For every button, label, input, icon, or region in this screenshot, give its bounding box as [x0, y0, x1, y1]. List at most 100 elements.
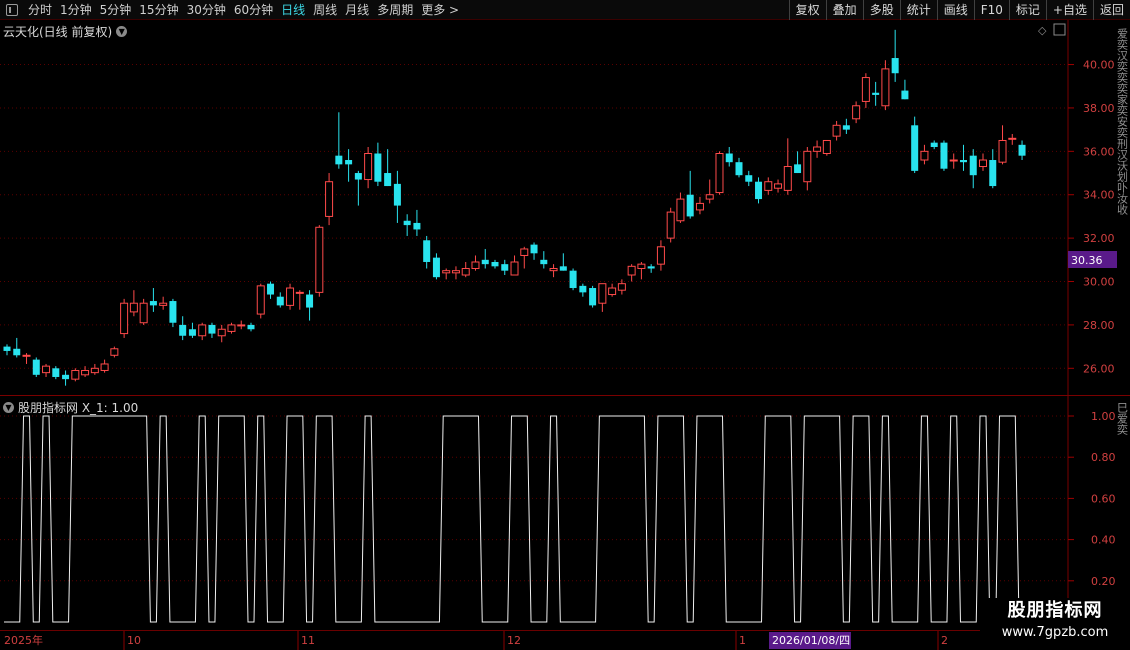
candle-body	[471, 261, 480, 269]
date-label: 2025年	[4, 633, 43, 647]
candle-body	[295, 291, 304, 294]
axis-tick-label: 38.00	[1083, 102, 1115, 115]
candle	[100, 359, 109, 373]
candle	[803, 146, 812, 191]
candle-body	[686, 194, 694, 217]
add-watchlist-button[interactable]: +自选	[1045, 0, 1093, 20]
candle	[920, 144, 929, 165]
tab-timeframe[interactable]: 60分钟	[230, 0, 277, 20]
diamond-icon[interactable]: ◇	[1038, 24, 1047, 37]
candle	[481, 248, 489, 269]
candle-body	[549, 267, 558, 272]
panel-toggle-icon[interactable]	[1053, 23, 1066, 36]
candle-body	[481, 259, 489, 265]
price-chart-panel[interactable]: 40.00 38.00 36.00 34.00 32.00 30.00 28.00 26.00…	[0, 20, 1130, 395]
tab-timeframe[interactable]: 周线	[309, 0, 341, 20]
candle	[256, 283, 265, 319]
candle	[608, 283, 617, 297]
price-gridlines	[0, 64, 1068, 369]
candle	[159, 296, 168, 310]
candle	[783, 138, 792, 195]
axis-tick-label: 26.00	[1083, 362, 1115, 375]
f10-button[interactable]: F10	[973, 0, 1009, 20]
candle	[627, 264, 636, 282]
tab-timeframe[interactable]: 月线	[341, 0, 373, 20]
tab-timeframe[interactable]: 分时	[24, 0, 56, 20]
indicator-axis: 1.00 0.80 0.60 0.40 0.20	[1068, 410, 1116, 588]
candle	[998, 125, 1007, 165]
stock-title: 云天化(日线 前复权)	[3, 25, 113, 39]
tab-more[interactable]: 更多 >	[417, 0, 463, 20]
candle-body	[149, 301, 157, 306]
indicator-chart[interactable]: 1.00 0.80 0.60 0.40 0.20 巳爱奕	[0, 396, 1130, 630]
candle-body	[286, 287, 295, 306]
candle-body	[881, 68, 890, 107]
candlestick-chart[interactable]: 40.00 38.00 36.00 34.00 32.00 30.00 28.00 26.00…	[0, 20, 1130, 395]
candle	[403, 214, 411, 236]
candle-body	[461, 267, 470, 276]
candle-body	[374, 153, 382, 182]
window-menu-icon[interactable]	[6, 3, 18, 16]
candle	[891, 29, 899, 82]
candle-body	[22, 354, 31, 357]
candle-body	[129, 302, 138, 313]
tab-timeframe[interactable]: 30分钟	[183, 0, 230, 20]
candle	[208, 322, 216, 338]
candle	[940, 140, 948, 171]
draw-line-button[interactable]: 画线	[936, 0, 974, 20]
candle	[656, 240, 665, 271]
indicator-name: 股朋指标网 X_1: 1.00	[18, 401, 139, 415]
candle-body	[920, 150, 929, 161]
candle	[247, 322, 255, 332]
candle	[217, 324, 226, 343]
candle	[315, 225, 324, 297]
tab-timeframe[interactable]: 多周期	[373, 0, 417, 20]
adjust-button[interactable]: 复权	[788, 0, 826, 20]
multi-stock-button[interactable]: 多股	[862, 0, 900, 20]
back-button[interactable]: 返回	[1092, 0, 1130, 20]
candle	[647, 264, 655, 273]
statistics-button[interactable]: 统计	[899, 0, 937, 20]
candle-body	[62, 374, 70, 380]
candle-body	[3, 346, 11, 351]
candle	[872, 81, 880, 106]
overlay-button[interactable]: 叠加	[825, 0, 863, 20]
candle-body	[803, 150, 812, 183]
candle	[501, 259, 509, 276]
watermark-title: 股朋指标网	[1007, 600, 1103, 621]
candle	[705, 179, 714, 204]
candle	[969, 149, 977, 189]
candle-body	[861, 77, 870, 102]
candle	[1008, 133, 1017, 145]
chevron-down-icon[interactable]: ▼	[3, 402, 14, 413]
tab-timeframe[interactable]: 1分钟	[56, 0, 96, 20]
chevron-down-icon[interactable]: ▼	[116, 26, 128, 37]
candle-body	[608, 287, 617, 296]
mark-button[interactable]: 标记	[1008, 0, 1046, 20]
indicator-panel[interactable]: 1.00 0.80 0.60 0.40 0.20 巳爱奕 ▼ 股朋指标网 X_1: 1.…	[0, 396, 1130, 630]
candle	[569, 268, 577, 291]
top-toolbar: 分时 1分钟 5分钟 15分钟 30分钟 60分钟 日线 周线 月线 多周期 更…	[0, 0, 1130, 20]
candle-body	[822, 139, 831, 155]
candle-body	[413, 222, 421, 230]
candle-body	[345, 160, 353, 165]
candle-body	[783, 166, 792, 191]
candle	[852, 101, 861, 124]
candle	[813, 140, 822, 158]
tab-timeframe[interactable]: 日线	[277, 0, 309, 20]
tab-timeframe[interactable]: 5分钟	[96, 0, 136, 20]
candle-body	[256, 285, 265, 315]
candle-body	[491, 261, 499, 267]
candle-body	[569, 270, 577, 289]
date-label: 10	[127, 634, 141, 647]
candles	[3, 29, 1026, 386]
candle	[71, 368, 80, 382]
candle	[520, 246, 529, 269]
candle	[715, 151, 724, 195]
candle-body	[745, 175, 753, 182]
candle	[491, 259, 499, 269]
axis-tick-label: 0.80	[1091, 451, 1116, 464]
candle-body	[725, 153, 733, 163]
tab-timeframe[interactable]: 15分钟	[135, 0, 182, 20]
candle-body	[930, 142, 938, 147]
